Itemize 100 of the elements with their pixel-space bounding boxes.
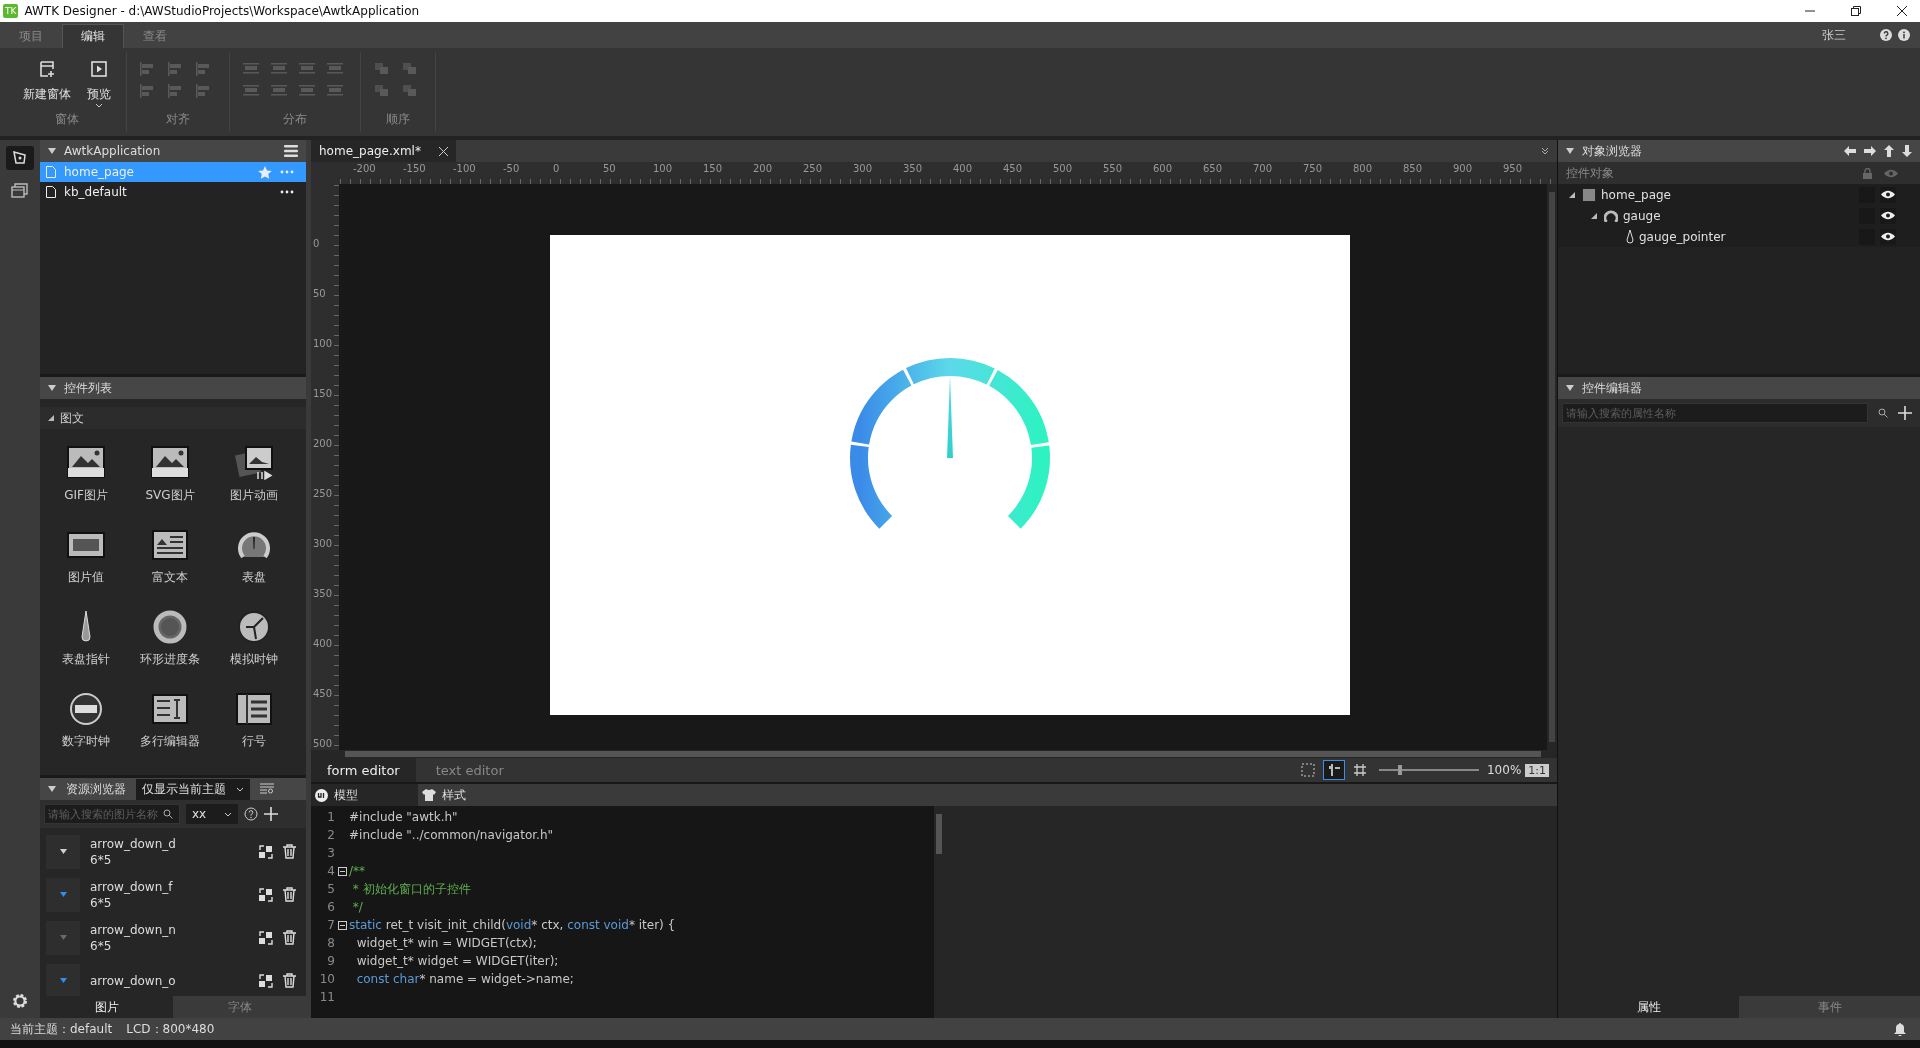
group-label: 窗体: [55, 111, 79, 128]
richtext-widget-icon[interactable]: [150, 527, 190, 563]
lock-icon[interactable]: [1863, 167, 1872, 179]
code-line: widget_t* widget = WIDGET(iter);: [355, 954, 559, 968]
tree-item[interactable]: home_page: [1558, 184, 1920, 205]
section-header[interactable]: 图文: [40, 407, 306, 429]
app-icon: TK: [3, 4, 19, 18]
file-tab[interactable]: home_page.xml*: [311, 140, 456, 162]
search-icon[interactable]: [163, 809, 173, 819]
replace-icon[interactable]: [259, 887, 273, 902]
collapse-toggle-icon[interactable]: [48, 786, 56, 792]
image-thumbnail[interactable]: [46, 963, 80, 996]
widget-label: GIF图片: [64, 487, 108, 504]
new-window-icon: [38, 60, 56, 78]
filter-list-icon[interactable]: [260, 783, 274, 795]
expand-toggle-icon[interactable]: [1591, 212, 1597, 219]
image-widget-icon[interactable]: [150, 445, 190, 481]
star-icon[interactable]: [258, 165, 272, 179]
eye-icon[interactable]: [1881, 190, 1895, 199]
arrow-left-icon[interactable]: [1844, 146, 1856, 156]
style-tab[interactable]: 样式: [418, 784, 526, 806]
arrow-down-icon[interactable]: [1902, 145, 1912, 157]
image-thumbnail[interactable]: [46, 834, 80, 869]
code-line: /**: [349, 864, 366, 878]
image-thumbnail[interactable]: [46, 920, 80, 955]
tree-item[interactable]: gauge_pointer: [1558, 226, 1920, 247]
tree-item[interactable]: gauge: [1558, 205, 1920, 226]
gauge-icon: [1604, 209, 1618, 222]
windows-icon[interactable]: [11, 182, 29, 198]
ruler-label: 850: [1403, 163, 1423, 174]
settings-icon[interactable]: [11, 992, 29, 1010]
line-number: 2: [326, 828, 335, 842]
trash-icon[interactable]: [283, 887, 296, 902]
code-line: */: [351, 900, 363, 914]
add-icon[interactable]: [1898, 406, 1912, 420]
editor-mode-tab[interactable]: form editor: [311, 758, 416, 782]
animation-widget-icon[interactable]: [234, 445, 274, 481]
group-label: 分布: [283, 111, 307, 128]
collapse-toggle-icon[interactable]: [48, 385, 56, 391]
code-line: #include "awtk.h": [349, 810, 458, 824]
arrow-right-icon[interactable]: [1864, 146, 1876, 156]
search-icon[interactable]: [1878, 408, 1888, 418]
caret-icon: [224, 811, 233, 817]
theme-dropdown[interactable]: xx: [186, 804, 239, 824]
trash-icon[interactable]: [283, 844, 296, 859]
replace-icon[interactable]: [259, 930, 273, 945]
collapse-toggle-icon[interactable]: [1566, 148, 1574, 154]
widget-label: 图片动画: [230, 487, 278, 504]
fold-icon[interactable]: [337, 866, 347, 876]
fold-icon[interactable]: [337, 920, 347, 930]
menu-icon[interactable]: [284, 145, 298, 157]
info-icon[interactable]: [1898, 29, 1910, 41]
list-widget-icon[interactable]: [234, 691, 274, 727]
actual-size-button[interactable]: 1:1: [1525, 763, 1549, 777]
arrow-up-icon[interactable]: [1884, 145, 1894, 157]
ruler-label: 300: [313, 538, 333, 549]
ruler-label: 500: [313, 738, 333, 749]
ribbon-tab[interactable]: 编辑: [62, 24, 124, 48]
ruler-label: 450: [313, 688, 333, 699]
needle-icon: [1626, 229, 1634, 244]
image-thumbnail[interactable]: [46, 877, 80, 912]
more-icon[interactable]: [280, 190, 294, 194]
ruler-label: -100: [453, 163, 476, 174]
help-icon[interactable]: [1880, 29, 1892, 41]
replace-icon[interactable]: [259, 844, 273, 859]
trash-icon[interactable]: [283, 930, 296, 945]
preview-button[interactable]: 预览: [84, 58, 114, 111]
widget-label: SVG图片: [145, 487, 195, 504]
restore-icon[interactable]: [1850, 5, 1862, 17]
ruler-label: -200: [353, 163, 376, 174]
help-icon[interactable]: [244, 807, 259, 821]
theme-filter-dropdown[interactable]: 仅显示当前主题: [136, 778, 250, 800]
trash-icon[interactable]: [283, 973, 296, 988]
ruler-label: 150: [313, 388, 333, 399]
eye-icon[interactable]: [1881, 232, 1895, 241]
user-name[interactable]: 张三: [1822, 26, 1846, 44]
replace-icon[interactable]: [259, 973, 273, 988]
collapse-toggle-icon[interactable]: [1566, 385, 1574, 391]
bell-icon[interactable]: [1894, 1022, 1906, 1036]
collapse-toggle-icon[interactable]: [48, 148, 56, 154]
gauge-arc[interactable]: [850, 358, 1050, 529]
zoom-slider[interactable]: [1379, 765, 1479, 775]
ruler-label: 450: [1003, 163, 1023, 174]
new-window-button[interactable]: 新建窗体: [20, 58, 74, 111]
add-icon[interactable]: [264, 807, 279, 821]
close-icon[interactable]: [1896, 5, 1908, 17]
model-tab[interactable]: 模型: [311, 784, 418, 806]
eye-icon[interactable]: [1881, 211, 1895, 220]
caret-icon[interactable]: [95, 103, 103, 108]
widget-label: 模拟时钟: [230, 651, 278, 668]
image-widget-icon[interactable]: [66, 445, 106, 481]
file-icon: [46, 166, 56, 178]
ruler-label: 400: [953, 163, 973, 174]
chevron-down-icon[interactable]: [1541, 147, 1549, 155]
ruler-label: 100: [313, 338, 333, 349]
ruler-label: -150: [403, 163, 426, 174]
pen-icon[interactable]: [6, 146, 34, 170]
guides-tool-button[interactable]: [1323, 760, 1345, 780]
text-widget-icon[interactable]: [150, 691, 190, 727]
expand-toggle-icon[interactable]: [1569, 191, 1575, 198]
